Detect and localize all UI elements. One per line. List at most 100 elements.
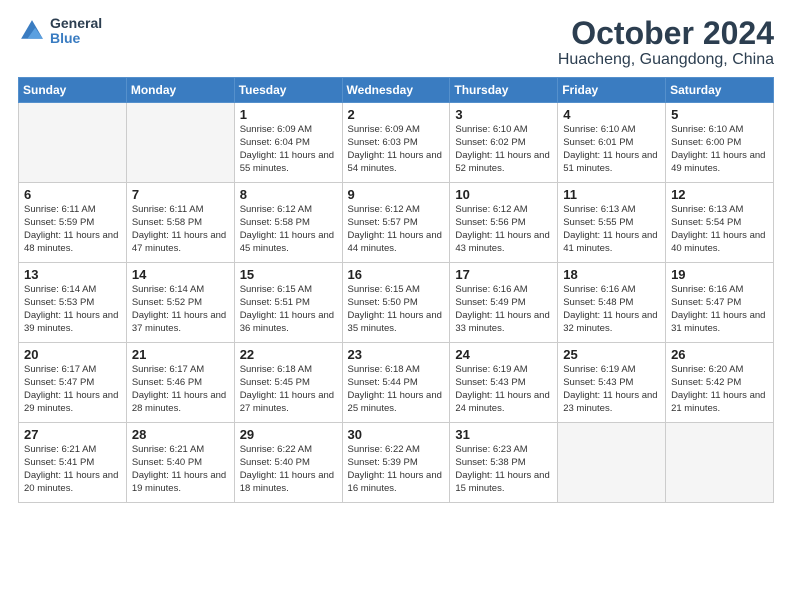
day-info: Sunrise: 6:12 AMSunset: 5:56 PMDaylight:…: [455, 204, 552, 255]
day-number: 18: [563, 267, 660, 282]
day-number: 23: [348, 347, 445, 362]
day-number: 2: [348, 107, 445, 122]
day-info: Sunrise: 6:19 AMSunset: 5:43 PMDaylight:…: [455, 364, 552, 415]
calendar-table: SundayMondayTuesdayWednesdayThursdayFrid…: [18, 77, 774, 503]
calendar-cell: 16 Sunrise: 6:15 AMSunset: 5:50 PMDayligh…: [342, 263, 450, 343]
day-number: 5: [671, 107, 768, 122]
day-info: Sunrise: 6:21 AMSunset: 5:40 PMDaylight:…: [132, 444, 229, 495]
calendar-cell: [19, 103, 127, 183]
calendar-cell: 11Sunrise: 6:13 AMSunset: 5:55 PMDayligh…: [558, 183, 666, 263]
generalblue-logo-icon: [18, 17, 46, 45]
calendar-cell: 29 Sunrise: 6:22 AMSunset: 5:40 PMDayligh…: [234, 423, 342, 503]
day-info: Sunrise: 6:16 AMSunset: 5:47 PMDaylight:…: [671, 284, 768, 335]
day-number: 9: [348, 187, 445, 202]
day-number: 29: [240, 427, 337, 442]
weekday-header-row: SundayMondayTuesdayWednesdayThursdayFrid…: [19, 78, 774, 103]
calendar-cell: 10 Sunrise: 6:12 AMSunset: 5:56 PMDayligh…: [450, 183, 558, 263]
calendar-cell: 22 Sunrise: 6:18 AMSunset: 5:45 PMDayligh…: [234, 343, 342, 423]
calendar-cell: 9 Sunrise: 6:12 AMSunset: 5:57 PMDaylight…: [342, 183, 450, 263]
day-number: 25: [563, 347, 660, 362]
day-number: 24: [455, 347, 552, 362]
day-info: Sunrise: 6:22 AMSunset: 5:40 PMDaylight:…: [240, 444, 337, 495]
day-info: Sunrise: 6:12 AMSunset: 5:58 PMDaylight:…: [240, 204, 337, 255]
weekday-header-wednesday: Wednesday: [342, 78, 450, 103]
day-info: Sunrise: 6:18 AMSunset: 5:45 PMDaylight:…: [240, 364, 337, 415]
calendar-cell: 31Sunrise: 6:23 AMSunset: 5:38 PMDayligh…: [450, 423, 558, 503]
weekday-header-friday: Friday: [558, 78, 666, 103]
day-number: 12: [671, 187, 768, 202]
day-number: 28: [132, 427, 229, 442]
calendar-cell: 27Sunrise: 6:21 AMSunset: 5:41 PMDayligh…: [19, 423, 127, 503]
calendar-cell: 13Sunrise: 6:14 AMSunset: 5:53 PMDayligh…: [19, 263, 127, 343]
day-number: 15: [240, 267, 337, 282]
weekday-header-tuesday: Tuesday: [234, 78, 342, 103]
day-number: 8: [240, 187, 337, 202]
weekday-header-saturday: Saturday: [666, 78, 774, 103]
calendar-subtitle: Huacheng, Guangdong, China: [558, 51, 774, 69]
calendar-cell: 23 Sunrise: 6:18 AMSunset: 5:44 PMDayligh…: [342, 343, 450, 423]
title-block: October 2024 Huacheng, Guangdong, China: [558, 16, 774, 69]
calendar-cell: 30 Sunrise: 6:22 AMSunset: 5:39 PMDayligh…: [342, 423, 450, 503]
calendar-cell: 28 Sunrise: 6:21 AMSunset: 5:40 PMDayligh…: [126, 423, 234, 503]
day-info: Sunrise: 6:22 AMSunset: 5:39 PMDaylight:…: [348, 444, 445, 495]
day-number: 26: [671, 347, 768, 362]
calendar-cell: 17Sunrise: 6:16 AMSunset: 5:49 PMDayligh…: [450, 263, 558, 343]
day-number: 22: [240, 347, 337, 362]
calendar-cell: [666, 423, 774, 503]
calendar-cell: 15 Sunrise: 6:15 AMSunset: 5:51 PMDayligh…: [234, 263, 342, 343]
week-row-2: 6 Sunrise: 6:11 AMSunset: 5:59 PMDaylight…: [19, 183, 774, 263]
weekday-header-monday: Monday: [126, 78, 234, 103]
day-number: 1: [240, 107, 337, 122]
calendar-cell: 6 Sunrise: 6:11 AMSunset: 5:59 PMDaylight…: [19, 183, 127, 263]
day-info: Sunrise: 6:15 AMSunset: 5:50 PMDaylight:…: [348, 284, 445, 335]
day-info: Sunrise: 6:11 AMSunset: 5:59 PMDaylight:…: [24, 204, 121, 255]
calendar-cell: 2Sunrise: 6:09 AMSunset: 6:03 PMDaylight…: [342, 103, 450, 183]
calendar-cell: 21Sunrise: 6:17 AMSunset: 5:46 PMDayligh…: [126, 343, 234, 423]
logo: General Blue: [18, 16, 102, 47]
day-info: Sunrise: 6:10 AMSunset: 6:00 PMDaylight:…: [671, 124, 768, 175]
calendar-cell: 7Sunrise: 6:11 AMSunset: 5:58 PMDaylight…: [126, 183, 234, 263]
header: General Blue October 2024 Huacheng, Guan…: [18, 16, 774, 69]
day-info: Sunrise: 6:17 AMSunset: 5:46 PMDaylight:…: [132, 364, 229, 415]
day-info: Sunrise: 6:17 AMSunset: 5:47 PMDaylight:…: [24, 364, 121, 415]
day-number: 20: [24, 347, 121, 362]
calendar-cell: 3Sunrise: 6:10 AMSunset: 6:02 PMDaylight…: [450, 103, 558, 183]
page: General Blue October 2024 Huacheng, Guan…: [0, 0, 792, 612]
calendar-cell: 20 Sunrise: 6:17 AMSunset: 5:47 PMDayligh…: [19, 343, 127, 423]
day-number: 19: [671, 267, 768, 282]
week-row-1: 1 Sunrise: 6:09 AMSunset: 6:04 PMDaylight…: [19, 103, 774, 183]
day-info: Sunrise: 6:21 AMSunset: 5:41 PMDaylight:…: [24, 444, 121, 495]
day-number: 6: [24, 187, 121, 202]
calendar-cell: 4 Sunrise: 6:10 AMSunset: 6:01 PMDaylight…: [558, 103, 666, 183]
calendar-cell: 26 Sunrise: 6:20 AMSunset: 5:42 PMDayligh…: [666, 343, 774, 423]
day-number: 30: [348, 427, 445, 442]
day-number: 17: [455, 267, 552, 282]
logo-line1: General: [50, 16, 102, 31]
calendar-cell: 25Sunrise: 6:19 AMSunset: 5:43 PMDayligh…: [558, 343, 666, 423]
logo-line2: Blue: [50, 31, 102, 46]
calendar-cell: 24 Sunrise: 6:19 AMSunset: 5:43 PMDayligh…: [450, 343, 558, 423]
day-info: Sunrise: 6:13 AMSunset: 5:55 PMDaylight:…: [563, 204, 660, 255]
day-number: 10: [455, 187, 552, 202]
day-info: Sunrise: 6:16 AMSunset: 5:48 PMDaylight:…: [563, 284, 660, 335]
day-info: Sunrise: 6:09 AMSunset: 6:04 PMDaylight:…: [240, 124, 337, 175]
calendar-title: October 2024: [558, 16, 774, 51]
day-number: 4: [563, 107, 660, 122]
day-info: Sunrise: 6:20 AMSunset: 5:42 PMDaylight:…: [671, 364, 768, 415]
week-row-3: 13Sunrise: 6:14 AMSunset: 5:53 PMDayligh…: [19, 263, 774, 343]
day-number: 31: [455, 427, 552, 442]
day-number: 3: [455, 107, 552, 122]
day-info: Sunrise: 6:18 AMSunset: 5:44 PMDaylight:…: [348, 364, 445, 415]
day-info: Sunrise: 6:13 AMSunset: 5:54 PMDaylight:…: [671, 204, 768, 255]
calendar-cell: 18 Sunrise: 6:16 AMSunset: 5:48 PMDayligh…: [558, 263, 666, 343]
week-row-4: 20 Sunrise: 6:17 AMSunset: 5:47 PMDayligh…: [19, 343, 774, 423]
day-info: Sunrise: 6:10 AMSunset: 6:01 PMDaylight:…: [563, 124, 660, 175]
day-info: Sunrise: 6:15 AMSunset: 5:51 PMDaylight:…: [240, 284, 337, 335]
day-number: 7: [132, 187, 229, 202]
day-info: Sunrise: 6:12 AMSunset: 5:57 PMDaylight:…: [348, 204, 445, 255]
calendar-cell: [558, 423, 666, 503]
day-number: 14: [132, 267, 229, 282]
day-number: 16: [348, 267, 445, 282]
weekday-header-sunday: Sunday: [19, 78, 127, 103]
week-row-5: 27Sunrise: 6:21 AMSunset: 5:41 PMDayligh…: [19, 423, 774, 503]
